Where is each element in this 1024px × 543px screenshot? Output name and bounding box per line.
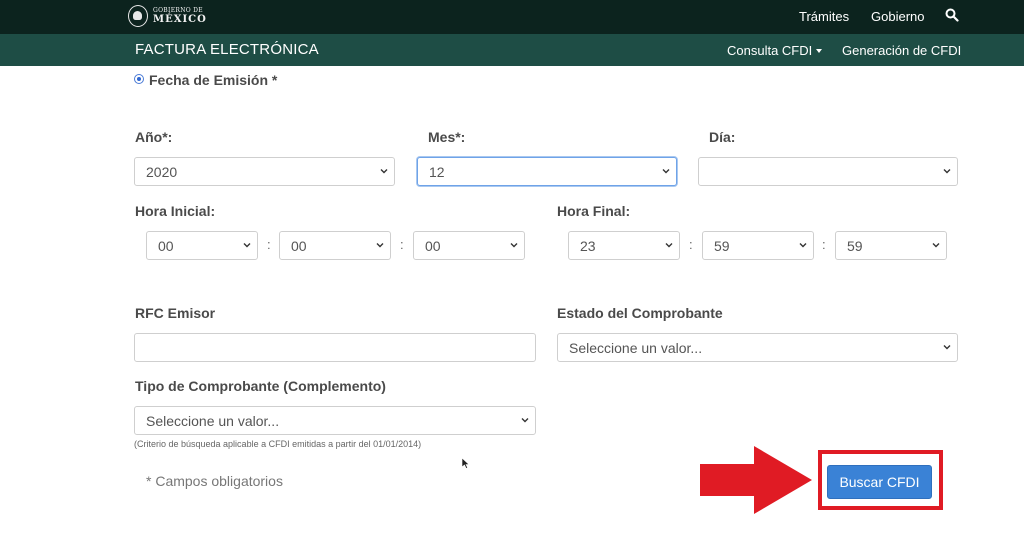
nav-consulta-cfdi-label: Consulta CFDI — [727, 43, 813, 58]
eagle-seal-icon — [128, 5, 148, 27]
end-second-select[interactable]: 59 — [835, 231, 947, 260]
day-label: Día: — [709, 129, 736, 145]
chevron-down-icon — [243, 243, 251, 248]
estado-select[interactable]: Seleccione un valor... — [557, 333, 958, 362]
year-label: Año*: — [135, 129, 173, 145]
end-hour-select[interactable]: 23 — [568, 231, 680, 260]
nav-generacion-cfdi[interactable]: Generación de CFDI — [842, 43, 961, 58]
year-select[interactable]: 2020 — [134, 157, 395, 186]
nav-consulta-cfdi[interactable]: Consulta CFDI — [727, 43, 823, 58]
chevron-down-icon — [932, 243, 940, 248]
caret-down-icon — [816, 49, 823, 53]
start-minute-select[interactable]: 00 — [279, 231, 391, 260]
start-hour-value: 00 — [158, 238, 174, 254]
fecha-emision-label: Fecha de Emisión * — [149, 72, 278, 88]
chevron-down-icon — [376, 243, 384, 248]
estado-label: Estado del Comprobante — [557, 305, 723, 321]
end-second-value: 59 — [847, 238, 863, 254]
rfc-emisor-label: RFC Emisor — [135, 305, 216, 321]
site-header: FACTURA ELECTRÓNICA Consulta CFDI Genera… — [0, 34, 1024, 66]
fecha-emision-radio[interactable] — [134, 74, 144, 84]
month-value: 12 — [429, 164, 445, 180]
estado-value: Seleccione un valor... — [569, 340, 703, 356]
chevron-down-icon — [510, 243, 518, 248]
month-label: Mes*: — [428, 129, 466, 145]
logo-text: GOBIERNO DE MÉXICO — [153, 6, 207, 25]
chevron-down-icon — [521, 418, 529, 423]
end-minute-select[interactable]: 59 — [702, 231, 814, 260]
chevron-down-icon — [943, 169, 951, 174]
start-hour-select[interactable]: 00 — [146, 231, 258, 260]
hora-final-label: Hora Final: — [557, 203, 631, 219]
nav-link-tramites[interactable]: Trámites — [799, 9, 849, 24]
day-select[interactable] — [698, 157, 958, 186]
required-fields-note: * Campos obligatorios — [146, 473, 283, 489]
tipo-comprobante-label: Tipo de Comprobante (Complemento) — [135, 378, 386, 394]
hora-inicial-label: Hora Inicial: — [135, 203, 216, 219]
chevron-down-icon — [665, 243, 673, 248]
chevron-down-icon — [943, 345, 951, 350]
end-hour-value: 23 — [580, 238, 596, 254]
logo-top-text: GOBIERNO DE — [153, 6, 203, 14]
time-separator: : — [267, 237, 271, 252]
end-minute-value: 59 — [714, 238, 730, 254]
start-minute-value: 00 — [291, 238, 307, 254]
tipo-comprobante-select[interactable]: Seleccione un valor... — [134, 406, 536, 435]
chevron-down-icon — [662, 169, 670, 174]
top-bar: GOBIERNO DE MÉXICO Trámites Gobierno — [0, 0, 1024, 34]
gobierno-logo[interactable]: GOBIERNO DE MÉXICO — [128, 5, 207, 27]
site-title[interactable]: FACTURA ELECTRÓNICA — [135, 41, 319, 58]
buscar-cfdi-button[interactable]: Buscar CFDI — [827, 465, 932, 499]
red-arrow-annotation — [700, 446, 812, 514]
mouse-cursor-icon — [462, 458, 470, 469]
logo-bottom-text: MÉXICO — [153, 13, 207, 25]
year-value: 2020 — [146, 164, 178, 180]
time-separator: : — [689, 237, 693, 252]
time-separator: : — [400, 237, 404, 252]
start-second-select[interactable]: 00 — [413, 231, 525, 260]
month-select[interactable]: 12 — [417, 157, 677, 186]
search-criteria-hint: (Criterio de búsqueda aplicable a CFDI e… — [134, 439, 422, 449]
nav-link-gobierno[interactable]: Gobierno — [871, 9, 924, 24]
chevron-down-icon — [799, 243, 807, 248]
tipo-comprobante-value: Seleccione un valor... — [146, 413, 280, 429]
chevron-down-icon — [380, 169, 388, 174]
search-icon[interactable] — [945, 8, 959, 22]
start-second-value: 00 — [425, 238, 441, 254]
time-separator: : — [822, 237, 826, 252]
rfc-emisor-input[interactable] — [134, 333, 536, 362]
